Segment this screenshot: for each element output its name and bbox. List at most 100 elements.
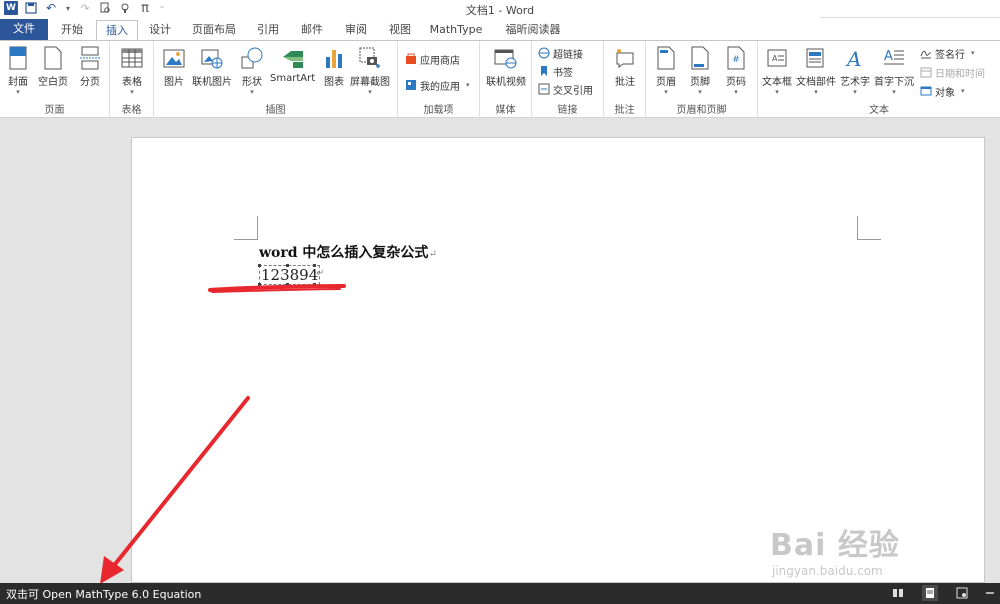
- store-icon: [406, 53, 416, 64]
- group-illustrations: 图片 联机图片 形状 ▾ SmartArt 图表 屏幕截图 ▾ 插图: [154, 41, 398, 118]
- document-heading-text: word 中怎么插入复杂公式: [259, 245, 429, 261]
- my-apps-button[interactable]: 我的应用 ▾: [405, 77, 470, 93]
- tab-mailings[interactable]: 邮件: [294, 20, 330, 40]
- online-pictures-button[interactable]: 联机图片: [192, 45, 232, 88]
- group-header-footer-label: 页眉和页脚: [676, 105, 727, 116]
- chevron-down-icon: ▾: [16, 88, 20, 96]
- calendar-icon: [920, 67, 932, 78]
- svg-text:A: A: [884, 49, 893, 64]
- comment-icon: [613, 45, 637, 71]
- chevron-down-icon: ▾: [466, 81, 470, 89]
- chevron-down-icon: ▾: [971, 49, 975, 57]
- screenshot-button[interactable]: 屏幕截图 ▾: [350, 45, 390, 96]
- mathtype-equation-object[interactable]: 123894: [259, 265, 321, 285]
- header-icon: [654, 45, 678, 71]
- signature-line-label: 签名行: [935, 49, 965, 61]
- store-button[interactable]: 应用商店: [405, 51, 460, 67]
- tab-insert[interactable]: 插入: [96, 20, 138, 41]
- cover-page-label: 封面: [8, 77, 28, 88]
- chart-button[interactable]: 图表: [322, 45, 346, 88]
- page-break-button[interactable]: 分页: [78, 45, 102, 88]
- svg-text:A: A: [772, 54, 778, 63]
- resize-handle[interactable]: [258, 283, 261, 286]
- table-button[interactable]: 表格 ▾: [120, 45, 144, 96]
- resize-handle[interactable]: [313, 283, 316, 286]
- quick-parts-label: 文档部件: [796, 77, 836, 88]
- group-pages: 封面 ▾ 空白页 分页 页面: [0, 41, 110, 118]
- date-time-button[interactable]: 日期和时间: [920, 64, 985, 80]
- smartart-icon: [281, 45, 305, 71]
- page-number-icon: #: [724, 45, 748, 71]
- print-layout-icon[interactable]: [922, 585, 938, 601]
- chevron-down-icon: ▾: [961, 87, 965, 95]
- chevron-down-icon: ▾: [250, 88, 254, 96]
- shapes-button[interactable]: 形状 ▾: [240, 45, 264, 96]
- tab-foxit-reader[interactable]: 福昕阅读器: [498, 20, 568, 40]
- text-box-icon: A: [765, 45, 789, 71]
- zoom-out-icon[interactable]: [986, 585, 994, 601]
- signature-line-button[interactable]: 签名行 ▾: [920, 45, 975, 61]
- resize-handle[interactable]: [258, 264, 261, 267]
- quick-parts-button[interactable]: 文档部件 ▾: [796, 45, 836, 96]
- screenshot-label: 屏幕截图: [350, 77, 390, 88]
- group-addins-label: 加载项: [423, 105, 454, 116]
- online-video-button[interactable]: 联机视频: [486, 45, 526, 88]
- tab-page-layout[interactable]: 页面布局: [186, 20, 242, 40]
- document-heading[interactable]: word 中怎么插入复杂公式↵: [259, 242, 437, 262]
- blank-page-icon: [41, 45, 65, 71]
- blank-page-label: 空白页: [38, 77, 68, 88]
- pictures-button[interactable]: 图片: [162, 45, 186, 88]
- read-mode-icon[interactable]: [890, 585, 906, 601]
- hyperlink-button[interactable]: 超链接: [538, 45, 583, 61]
- page-number-label: 页码: [726, 77, 746, 88]
- page-break-icon: [78, 45, 102, 71]
- tab-review[interactable]: 审阅: [338, 20, 374, 40]
- cross-reference-button[interactable]: 交叉引用: [538, 81, 593, 97]
- view-buttons: [890, 585, 994, 601]
- web-layout-icon[interactable]: [954, 585, 970, 601]
- tab-references[interactable]: 引用: [250, 20, 286, 40]
- document-page[interactable]: [131, 137, 985, 583]
- table-icon: [120, 45, 144, 71]
- status-bar: 双击可 Open MathType 6.0 Equation: [0, 583, 1000, 604]
- text-box-button[interactable]: A 文本框 ▾: [762, 45, 792, 96]
- drop-cap-button[interactable]: A 首字下沉 ▾: [874, 45, 914, 96]
- margin-corner-top-right: [857, 216, 881, 240]
- shapes-label: 形状: [242, 77, 262, 88]
- cross-reference-label: 交叉引用: [553, 85, 593, 97]
- footer-button[interactable]: 页脚 ▾: [688, 45, 712, 96]
- tab-view[interactable]: 视图: [382, 20, 418, 40]
- picture-icon: [162, 45, 186, 71]
- tab-design[interactable]: 设计: [142, 20, 178, 40]
- chevron-down-icon: ▾: [664, 88, 668, 96]
- group-tables: 表格 ▾ 表格: [110, 41, 154, 118]
- tab-mathtype[interactable]: MathType: [426, 20, 486, 40]
- resize-handle[interactable]: [286, 264, 289, 267]
- date-time-label: 日期和时间: [935, 68, 985, 80]
- chevron-down-icon: ▾: [698, 88, 702, 96]
- online-video-label: 联机视频: [486, 77, 526, 88]
- cover-page-button[interactable]: 封面 ▾: [6, 45, 30, 96]
- tab-home[interactable]: 开始: [52, 20, 92, 40]
- blank-page-button[interactable]: 空白页: [38, 45, 68, 88]
- bookmark-button[interactable]: 书签: [538, 63, 573, 79]
- title-bar: W ↶ ▾ ↷ π ⁼ 文档1 - Word: [0, 0, 1000, 18]
- group-comments-label: 批注: [614, 105, 635, 116]
- comment-button[interactable]: 批注: [613, 45, 637, 88]
- group-header-footer: 页眉 ▾ 页脚 ▾ # 页码 ▾ 页眉和页脚: [646, 41, 758, 118]
- wordart-button[interactable]: A 艺术字 ▾: [840, 45, 870, 96]
- paragraph-mark: ↵: [428, 249, 437, 260]
- resize-handle[interactable]: [313, 264, 316, 267]
- header-button[interactable]: 页眉 ▾: [654, 45, 678, 96]
- smartart-button[interactable]: SmartArt: [270, 45, 315, 84]
- object-icon: [920, 86, 932, 96]
- paragraph-mark: ↵: [316, 268, 325, 279]
- group-links: 超链接 书签 交叉引用 链接: [532, 41, 604, 118]
- group-text: A 文本框 ▾ 文档部件 ▾ A 艺术字 ▾ A 首字下沉 ▾ 签名行 ▾ 日期…: [758, 41, 1000, 118]
- chevron-down-icon: ▾: [734, 88, 738, 96]
- resize-handle[interactable]: [286, 283, 289, 286]
- object-button[interactable]: 对象 ▾: [920, 83, 965, 99]
- tab-file[interactable]: 文件: [0, 19, 48, 40]
- page-number-button[interactable]: # 页码 ▾: [724, 45, 748, 96]
- my-apps-label: 我的应用: [420, 81, 460, 93]
